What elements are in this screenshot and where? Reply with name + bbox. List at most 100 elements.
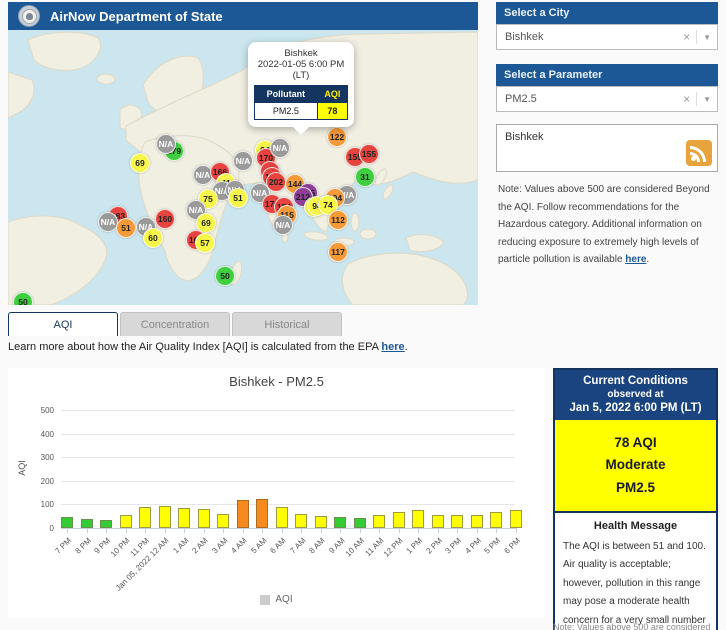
epa-here-link[interactable]: here — [381, 341, 404, 353]
chart-bar[interactable] — [139, 506, 151, 528]
map-marker[interactable]: 69 — [130, 153, 150, 173]
chart-gridline — [61, 410, 515, 411]
chart-bar[interactable] — [392, 512, 405, 528]
feed-box: Bishkek — [496, 124, 718, 172]
chart-gridline — [61, 433, 515, 435]
note-suffix: . — [646, 254, 650, 265]
chart-bar[interactable] — [314, 515, 327, 528]
map-marker[interactable]: 160 — [155, 209, 175, 229]
chart-bar[interactable] — [353, 518, 366, 528]
note-here-link[interactable]: here — [625, 254, 646, 265]
chart-bar[interactable] — [373, 514, 385, 528]
chart-x-tick — [125, 529, 127, 533]
chart-y-tick: 500 — [40, 406, 54, 415]
legend-swatch-icon — [260, 594, 271, 605]
map-marker[interactable]: N/A — [156, 134, 176, 154]
map-marker[interactable]: 51 — [228, 188, 248, 208]
chart-bar[interactable] — [451, 515, 463, 528]
map-marker[interactable]: N/A — [273, 215, 293, 235]
map-marker[interactable]: 122 — [327, 127, 347, 147]
tooltip-aqi-value: 78 — [316, 102, 349, 120]
chart-bar[interactable] — [197, 509, 210, 528]
chart-x-tick — [398, 529, 400, 533]
map-marker[interactable]: 112 — [328, 210, 348, 230]
chart-bar[interactable] — [61, 517, 73, 528]
chart-bar[interactable] — [334, 516, 346, 528]
chart-y-axis-label: AQI — [16, 460, 27, 476]
conditions-aqi-pollutant: PM2.5 — [615, 479, 656, 495]
select-divider — [696, 30, 698, 44]
page-title: AirNow Department of State — [50, 8, 223, 24]
map-marker[interactable]: 117 — [328, 242, 348, 262]
chart-x-tick — [496, 529, 497, 533]
department-of-state-seal-icon — [18, 5, 40, 27]
chart-x-tick — [457, 529, 458, 533]
chart-bar[interactable] — [275, 506, 288, 528]
chart-bar[interactable] — [119, 515, 132, 528]
tooltip-city: Bishkek — [284, 48, 318, 59]
chart-x-axis — [61, 528, 517, 529]
tooltip-timezone: (LT) — [292, 70, 310, 81]
chart-bar[interactable] — [431, 514, 444, 528]
chart-x-tick — [320, 529, 322, 533]
aqi-world-map[interactable]: 69179N/AN/A16641N/AN/A7551N/A69183N/A51N… — [8, 30, 478, 305]
chart-bar[interactable] — [509, 509, 522, 528]
chart-x-tick — [379, 529, 380, 533]
feed-city-text: Bishkek — [505, 131, 544, 143]
select-city-header: Select a City — [496, 2, 718, 24]
rss-icon[interactable] — [686, 140, 712, 166]
map-marker[interactable]: 57 — [195, 233, 215, 253]
city-select[interactable]: Bishkek × ▼ — [496, 24, 718, 50]
conditions-aqi-value: 78 AQI — [614, 435, 657, 450]
parameter-clear-icon[interactable]: × — [683, 92, 690, 106]
city-dropdown-arrow-icon[interactable]: ▼ — [703, 33, 711, 42]
parameter-select[interactable]: PM2.5 × ▼ — [496, 86, 718, 112]
chart-x-tick — [281, 529, 283, 533]
tab-concentration[interactable]: Concentration — [120, 312, 230, 336]
chart-bar[interactable] — [412, 510, 424, 528]
map-marker[interactable]: 50 — [215, 266, 235, 286]
map-marker[interactable]: N/A — [98, 212, 118, 232]
chart-x-tick — [476, 529, 478, 533]
chart-x-tick — [86, 529, 88, 533]
chart-bar[interactable] — [178, 508, 190, 528]
chart-x-tick — [145, 529, 146, 533]
health-message-block: Health Message The AQI is between 51 and… — [555, 513, 716, 630]
health-message-title: Health Message — [593, 519, 678, 532]
city-clear-icon[interactable]: × — [683, 30, 690, 44]
map-marker[interactable]: 155 — [359, 144, 379, 164]
airnow-page: AirNow Department of State 69 179 N/A N/… — [0, 0, 726, 630]
map-marker[interactable]: 50 — [13, 292, 33, 305]
chart-gridline — [61, 457, 515, 459]
tab-historical[interactable]: Historical — [232, 312, 342, 336]
chart-bar[interactable] — [256, 498, 268, 528]
chart-x-tick — [301, 529, 302, 533]
chart-y-tick: 400 — [40, 429, 54, 439]
chart-bar[interactable] — [470, 515, 483, 528]
parameter-dropdown-arrow-icon[interactable]: ▼ — [703, 95, 711, 104]
chart-bar[interactable] — [100, 519, 112, 528]
map-marker[interactable]: 51 — [116, 218, 136, 238]
chart-x-tick — [437, 529, 439, 533]
tooltip-pollutant-value: PM2.5 — [254, 102, 318, 120]
chart-bar[interactable] — [236, 499, 249, 528]
map-marker[interactable]: N/A — [270, 138, 290, 158]
conditions-header: Current Conditions observed at Jan 5, 20… — [555, 370, 716, 420]
aqi-bar-chart: Bishkek - PM2.5 AQI 0 100 200 300 400 500 7 PM… — [8, 368, 545, 618]
chart-bar[interactable] — [158, 505, 171, 528]
chart-bar[interactable] — [80, 518, 93, 528]
health-message-text: The AQI is between 51 and 100. Air quali… — [563, 540, 706, 626]
map-marker[interactable]: N/A — [233, 151, 253, 171]
chart-x-tick — [67, 529, 68, 533]
tab-aqi[interactable]: AQI — [8, 312, 118, 336]
chart-bar[interactable] — [217, 513, 229, 528]
chart-y-tick: 200 — [40, 476, 54, 486]
conditions-subtitle: observed at — [607, 389, 664, 400]
chart-x-tick — [184, 529, 185, 533]
map-marker[interactable]: 60 — [143, 228, 163, 248]
conditions-aqi-block: 78 AQI Moderate PM2.5 — [555, 420, 716, 513]
map-marker[interactable]: 31 — [355, 167, 375, 187]
chart-bar[interactable] — [295, 513, 307, 528]
chart-gridline — [61, 480, 515, 482]
chart-bar[interactable] — [490, 511, 502, 528]
